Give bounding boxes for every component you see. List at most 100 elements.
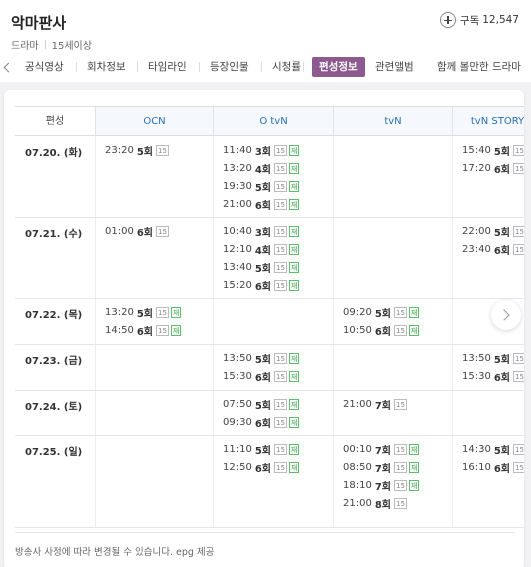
episode-number: 6회 [254,418,271,430]
episode-number: 6회 [136,326,153,338]
rerun-badge: 재 [288,261,300,273]
age-rating-badge: 15 [274,398,287,410]
broadcast-slot[interactable]: 15:20 6회 15 재 [223,278,301,293]
broadcast-slot[interactable]: 10:40 3회 15 재 [223,224,301,239]
age-rating-badge: 15 [274,461,287,473]
broadcast-slot[interactable]: 23:406회15재 [462,242,524,257]
broadcast-slot[interactable]: 21:00 7회 15 [343,397,409,412]
schedule-date: 07.23. (금) [25,356,83,367]
broadcast-slot[interactable]: 09:20 5회 15 재 [343,305,421,320]
episode-number: 7회 [374,481,391,493]
episode-number: 5회 [493,445,510,457]
tab-divider [261,62,262,72]
column-divider [95,136,96,527]
tab-8[interactable]: 함께 볼만한 드라마 [437,57,521,77]
age-rating-badge: 15 [274,443,287,455]
broadcast-slot[interactable]: 01:00 6회 15 [105,224,171,239]
age-rating-badge: 15 [274,352,287,364]
broadcast-time: 13:50 [462,352,491,364]
broadcast-slot[interactable]: 23:20 5회 15 [105,143,171,158]
broadcast-time: 09:20 [343,306,372,318]
broadcast-slot[interactable]: 21:00 6회 15 재 [223,197,301,212]
broadcast-time: 13:20 [105,306,134,318]
rerun-badge: 재 [288,398,300,410]
row-divider [15,527,524,528]
genre-label: 드라마 [11,41,39,52]
episode-number: 4회 [254,164,271,176]
rerun-badge: 재 [288,352,300,364]
age-rating-badge: 15 [274,180,287,192]
broadcast-slot[interactable]: 13:20 4회 15 재 [223,161,301,176]
episode-number: 6회 [254,372,271,384]
broadcast-time: 17:20 [462,162,491,174]
plus-circle-icon [439,12,456,28]
broadcast-time: 01:00 [105,225,134,237]
episode-number: 5회 [374,308,391,320]
broadcast-slot[interactable]: 22:005회15재 [462,224,524,239]
age-rating-badge: 15 [394,497,407,509]
tab-divider [137,62,138,72]
broadcast-slot[interactable]: 13:505회15재 [223,351,301,366]
tab-1[interactable]: 공식영상 [25,57,64,77]
rerun-badge: 재 [408,324,420,336]
age-rating-badge: 15 [274,279,287,291]
broadcast-slot[interactable]: 18:10 7회 15 재 [343,478,421,493]
rerun-badge: 재 [288,416,300,428]
broadcast-slot[interactable]: 08:50 7회 15 재 [343,460,421,475]
broadcast-slot[interactable]: 00:10 7회 15 재 [343,442,421,457]
age-rating-badge: 15 [513,225,524,237]
tab-6[interactable]: 편성정보 [312,57,365,77]
episode-number: 5회 [493,227,510,239]
broadcast-time: 11:10 [223,443,252,455]
broadcast-slot[interactable]: 07:50 5회 15 재 [223,397,301,412]
broadcast-time: 23:40 [462,243,491,255]
episode-number: 6회 [254,200,271,212]
broadcast-slot[interactable]: 13:505회15재 [462,351,524,366]
episode-number: 5회 [254,182,271,194]
channel-header: tvN STORY [452,107,524,136]
broadcast-slot[interactable]: 09:30 6회 15 재 [223,415,301,430]
broadcast-slot[interactable]: 12:10 4회 15 재 [223,242,301,257]
age-rating-badge: 15 [274,225,287,237]
row-divider [15,298,524,299]
broadcast-slot[interactable]: 19:30 5회 15 재 [223,179,301,194]
age-rating-badge: 15 [513,243,524,255]
broadcast-slot[interactable]: 15:306회15재 [223,369,301,384]
broadcast-slot[interactable]: 11:40 3회 15 재 [223,143,301,158]
broadcast-slot[interactable]: 21:00 8회 15 [343,496,409,511]
broadcast-slot[interactable]: 15:405회15재 [462,143,524,158]
tab-4[interactable]: 등장인물 [210,57,249,77]
schedule-corner-header: 편성 [15,107,95,136]
episode-number: 5회 [493,146,510,158]
broadcast-slot[interactable]: 12:50 6회 15 재 [223,460,301,475]
episode-number: 7회 [374,400,391,412]
schedule-date: 07.25. (일) [25,447,83,458]
age-rating-badge: 15 [394,306,407,318]
age-rating-badge: 15 [274,144,287,156]
schedule-date: 07.22. (목) [25,310,83,321]
rerun-badge: 재 [408,443,420,455]
episode-number: 3회 [254,146,271,158]
subscribe-button[interactable]: 구독 12,547 [439,12,519,28]
broadcast-slot[interactable]: 13:40 5회 15 재 [223,260,301,275]
age-rating-badge: 15 [513,443,524,455]
broadcast-slot[interactable]: 15:306회15재 [462,369,524,384]
tab-3[interactable]: 타임라인 [148,57,187,77]
episode-number: 5회 [136,146,153,158]
chevron-left-icon[interactable] [2,60,12,74]
episode-number: 6회 [254,281,271,293]
broadcast-slot[interactable]: 11:10 5회 15 재 [223,442,301,457]
broadcast-slot[interactable]: 13:20 5회 15 재 [105,305,183,320]
tab-2[interactable]: 회차정보 [87,57,126,77]
broadcast-slot[interactable]: 14:305회15재 [462,442,524,457]
broadcast-slot[interactable]: 17:206회15재 [462,161,524,176]
broadcast-time: 19:30 [223,180,252,192]
broadcast-slot[interactable]: 10:50 6회 15 재 [343,323,421,338]
chevron-right-icon[interactable] [491,300,521,330]
broadcast-slot[interactable]: 16:106회15재 [462,460,524,475]
tab-7[interactable]: 관련앨범 [375,57,414,77]
broadcast-slot[interactable]: 14:50 6회 15 재 [105,323,183,338]
tab-divider [303,62,304,72]
tab-5[interactable]: 시청률 [272,57,301,77]
schedule-date: 07.21. (수) [25,229,83,240]
